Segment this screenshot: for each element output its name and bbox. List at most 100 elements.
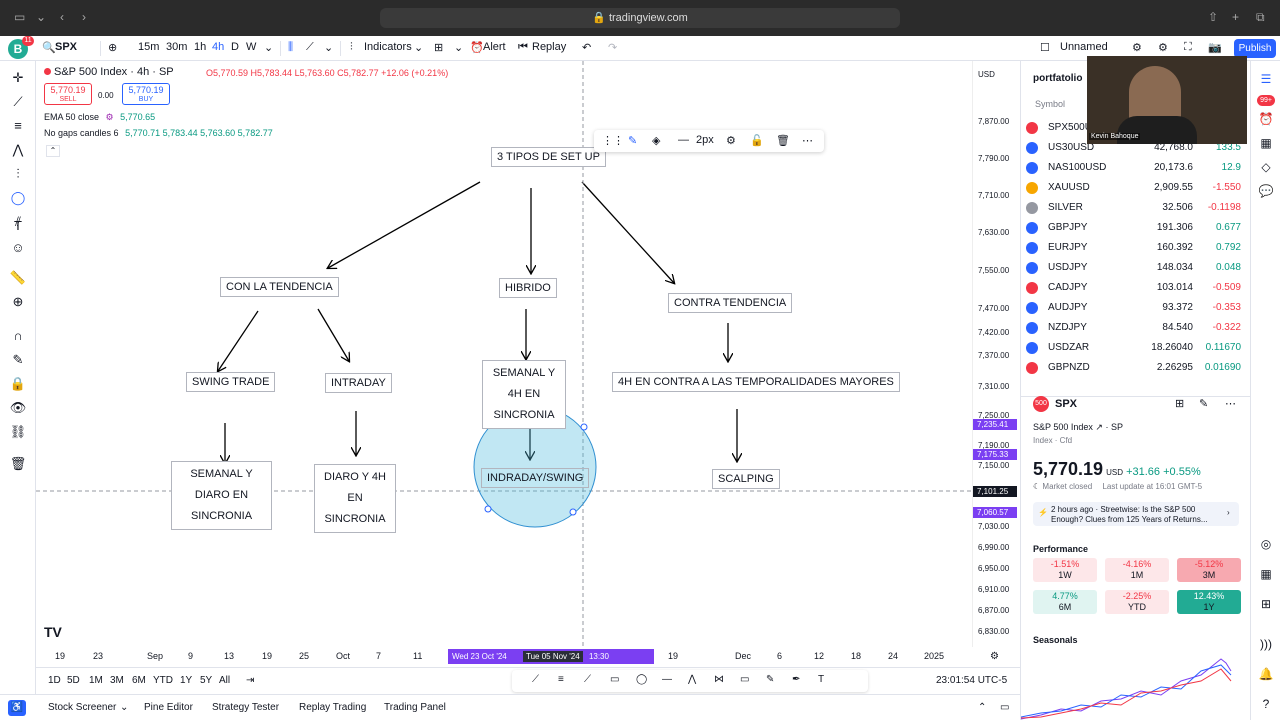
lock-icon[interactable]: 🔒 (8, 375, 28, 393)
callout-icon[interactable]: ▭ (740, 674, 749, 685)
chevron-down-icon[interactable]: ⌄ (120, 702, 128, 713)
range-5d[interactable]: 5D (67, 675, 80, 686)
diagram-root[interactable]: 3 TIPOS DE SET UP (491, 147, 606, 167)
signal-icon[interactable]: ))) (1258, 636, 1274, 652)
fill-icon[interactable]: ◈ (652, 134, 660, 147)
bell-icon[interactable]: 🔔 (1258, 666, 1274, 682)
diagram-scalping[interactable]: SCALPING (712, 469, 780, 489)
lock-icon[interactable]: 🔓 (750, 134, 764, 147)
zoom-icon[interactable]: ⊕ (8, 293, 28, 311)
forward-icon[interactable]: › (82, 10, 86, 24)
watchlist-row[interactable]: USDJPY 148.034 0.048 (1021, 258, 1250, 278)
diagram-contra-tendencia[interactable]: CONTRA TENDENCIA (668, 293, 793, 313)
chevron-down-icon[interactable]: ⌄ (454, 41, 463, 54)
interval-d[interactable]: D (231, 41, 239, 53)
calendar-icon[interactable]: ▦ (1258, 566, 1274, 582)
goto-date-icon[interactable]: ⇥ (246, 675, 254, 686)
watchlist-symbol[interactable]: AUDJPY (1048, 302, 1087, 313)
sell-button[interactable]: 5,770.19 SELL (44, 83, 92, 105)
diagram-intraday-swing[interactable]: INDRADAY/SWING (481, 468, 590, 488)
trash-icon[interactable]: 🗑 (776, 134, 790, 147)
chevron-down-icon[interactable]: ⌄ (264, 41, 273, 54)
range-1m[interactable]: 1M (89, 675, 103, 686)
time-axis[interactable]: 19 23 Sep 9 13 19 25 Oct 7 11 19 Dec 6 1… (36, 647, 1020, 667)
path-icon[interactable]: ⋀ (688, 674, 696, 685)
line-style-icon[interactable]: — (678, 134, 689, 146)
chat-icon[interactable]: 💬 (1258, 183, 1274, 199)
settings-icon[interactable]: ⚙ (726, 134, 736, 147)
watchlist-symbol[interactable]: GBPNZD (1048, 362, 1090, 373)
range-6m[interactable]: 6M (132, 675, 146, 686)
calendar-icon[interactable]: ▦ (1258, 135, 1274, 151)
rectangle-icon[interactable]: ▭ (610, 674, 619, 685)
watchlist-row[interactable]: AUDJPY 93.372 -0.353 (1021, 298, 1250, 318)
drag-handle-icon[interactable]: ⋮⋮ (602, 134, 624, 147)
tab-strategy-tester[interactable]: Strategy Tester (212, 702, 279, 713)
accessibility-icon[interactable]: ♿ (8, 700, 26, 716)
watchlist-row[interactable]: EURJPY 160.392 0.792 (1021, 238, 1250, 258)
diagram-contra-4h[interactable]: 4H EN CONTRA A LAS TEMPORALIDADES MAYORE… (612, 372, 900, 392)
hline-icon[interactable]: — (662, 674, 672, 685)
collapse-legend-icon[interactable]: ⌃ (46, 145, 60, 157)
pen-icon[interactable]: ✒ (792, 674, 800, 685)
watchlist-row[interactable]: GBPJPY 191.306 0.677 (1021, 218, 1250, 238)
price-axis[interactable]: USD 7,870.00 7,790.00 7,710.00 7,630.00 … (972, 61, 1020, 667)
external-link-icon[interactable]: ↗ (1095, 422, 1103, 432)
chevron-up-icon[interactable]: ⌃ (978, 702, 986, 713)
range-5y[interactable]: 5Y (200, 675, 212, 686)
layout-name[interactable]: Unnamed (1060, 41, 1108, 53)
watchlist-symbol[interactable]: NAS100USD (1048, 162, 1106, 173)
interval-15m[interactable]: 15m (138, 41, 159, 53)
details-symbol[interactable]: SPX (1055, 398, 1077, 410)
diagram-semanal-4h[interactable]: SEMANAL Y 4H EN SINCRONIA (482, 360, 566, 429)
text-icon[interactable]: T (8, 217, 28, 235)
diagram-con-tendencia[interactable]: CON LA TENDENCIA (220, 277, 339, 297)
tabs-icon[interactable]: ⧉ (1256, 10, 1265, 25)
alert-icon[interactable]: ⏰ (470, 41, 484, 54)
watchlist-row[interactable]: XAUUSD 2,909.55 -1.550 (1021, 178, 1250, 198)
candles-icon[interactable]: ⫼ (288, 41, 293, 54)
maximize-icon[interactable]: ▭ (1000, 702, 1009, 713)
layout-checkbox[interactable]: ☐ (1040, 41, 1050, 54)
chevron-down-icon[interactable]: ⌄ (36, 10, 46, 24)
chart-area[interactable]: S&P 500 Index · 4h · SP O5,770.59 H5,783… (36, 61, 972, 667)
line-chart-icon[interactable]: ⟋ (306, 41, 314, 54)
tab-pine-editor[interactable]: Pine Editor (144, 702, 193, 713)
address-bar[interactable]: 🔒 tradingview.com (380, 8, 900, 28)
axis-settings-icon[interactable]: ⚙ (990, 651, 999, 662)
emoji-icon[interactable]: ☺ (8, 239, 28, 257)
magnet-icon[interactable]: ∩ (8, 327, 28, 345)
clock[interactable]: 23:01:54 UTC-5 (936, 675, 1007, 686)
watchlist-symbol[interactable]: USDZAR (1048, 342, 1089, 353)
interval-w[interactable]: W (246, 41, 256, 53)
grid-icon[interactable]: ⊞ (1175, 397, 1184, 410)
indicators-icon[interactable]: ⫶ (350, 41, 353, 54)
edit-icon[interactable]: ✎ (1199, 397, 1208, 410)
pattern-icon[interactable]: ⋈ (714, 674, 724, 685)
diagram-semanal-diario[interactable]: SEMANAL Y DIARO EN SINCRONIA (171, 461, 272, 530)
diagram-hibrido[interactable]: HIBRIDO (499, 278, 557, 298)
line-width[interactable]: 2px (696, 134, 714, 146)
watchlist-symbol[interactable]: CADJPY (1048, 282, 1087, 293)
target-icon[interactable]: ◎ (1258, 536, 1274, 552)
fullscreen-icon[interactable]: ⛶ (1184, 41, 1192, 54)
fib-icon[interactable]: ≡ (558, 674, 564, 685)
watchlist-row[interactable]: NAS100USD 20,173.6 12.9 (1021, 158, 1250, 178)
watchlist-title[interactable]: portfatolio (1033, 73, 1082, 84)
range-3m[interactable]: 3M (110, 675, 124, 686)
news-banner[interactable]: ⚡ 2 hours ago · Streetwise: Is the S&P 5… (1033, 502, 1239, 526)
indicators-button[interactable]: Indicators (364, 41, 412, 53)
fib-icon[interactable]: ≡ (8, 117, 28, 135)
settings-icon[interactable]: ⚙ (106, 112, 114, 122)
pencil-lock-icon[interactable]: ✎ (8, 351, 28, 369)
watchlist-symbol[interactable]: SILVER (1048, 202, 1083, 213)
watchlist-symbol[interactable]: USDJPY (1048, 262, 1087, 273)
nogap-label[interactable]: No gaps candles 6 (44, 128, 119, 138)
trash-icon[interactable]: 🗑 (8, 455, 28, 473)
ema-label[interactable]: EMA 50 close (44, 112, 99, 122)
settings-icon[interactable]: ⚙ (1132, 41, 1142, 54)
watchlist-row[interactable]: GBPNZD 2.26295 0.01690 (1021, 358, 1250, 378)
templates-icon[interactable]: ⊞ (434, 41, 443, 54)
replay-button[interactable]: Replay (532, 41, 566, 53)
pattern-icon[interactable]: ⋀ (8, 141, 28, 159)
